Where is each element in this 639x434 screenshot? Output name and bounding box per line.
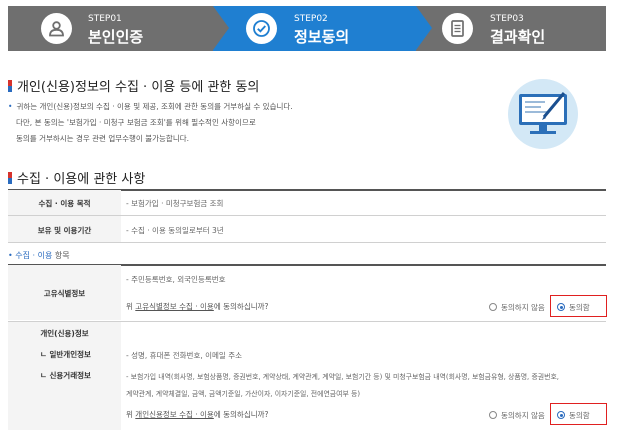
items-label: • 수집 · 이용 항목: [8, 251, 70, 260]
radio-button-icon[interactable]: [489, 303, 497, 311]
section-title-consent: 개인(신용)정보의 수집 · 이용 등에 관한 동의: [8, 76, 259, 95]
notice-line: 다만, 본 동의는 '보험가입 · 미청구 보험금 조회'를 위해 필수적인 사…: [16, 118, 256, 127]
section-marker: [8, 172, 12, 184]
radio-disagree[interactable]: 동의하지 않음: [489, 302, 545, 313]
section-marker: [8, 80, 12, 92]
table-cell: - 보험가입 내역(회사명, 보험상품명, 증권번호, 계약상태, 계약관계, …: [126, 373, 559, 381]
step-name: 본인인증: [88, 28, 144, 46]
notice-line: 동의를 거부하시는 경우 관련 업무수행이 불가능합니다.: [16, 134, 190, 143]
table-cell: - 주민등록번호, 외국인등록번호: [126, 275, 226, 284]
radio-button-icon[interactable]: [489, 411, 497, 419]
table-row-head: 고유식별정보: [8, 265, 121, 320]
step-2: STEP02 정보동의: [213, 6, 416, 51]
table-cell: 계약관계, 계약체결일, 금액, 금액기준일, 가산이자, 이자기준일, 전에연…: [126, 390, 361, 398]
consent-question: 위 고유식별정보 수집 · 이용에 동의하십니까?: [126, 302, 269, 311]
step-progress-bar: STEP01 본인인증 STEP02 정보동의 STEP03 결과확인: [8, 6, 606, 51]
document-icon: [442, 13, 473, 44]
table-row-head: 보유 및 이용기간: [8, 216, 121, 242]
step-3: STEP03 결과확인: [416, 6, 606, 51]
step-name: 결과확인: [490, 28, 546, 46]
consent-question: 위 개인신용정보 수집 · 이용에 동의하십니까?: [126, 410, 269, 419]
notice-line: • 귀하는 개인(신용)정보의 수집 · 이용 및 제공, 조회에 관한 동의를 …: [8, 102, 293, 111]
step-number: STEP01: [88, 14, 122, 24]
radio-disagree[interactable]: 동의하지 않음: [489, 410, 545, 421]
section-title-collection: 수집 · 이용에 관한 사항: [8, 168, 145, 187]
table-row-head: 수집 · 이용 목적: [8, 190, 121, 215]
step-1: STEP01 본인인증: [8, 6, 213, 51]
table-cell: - 보험가입 · 미청구보험금 조회: [126, 199, 224, 208]
highlight-box: [550, 295, 607, 317]
checkmark-icon: [246, 13, 277, 44]
monitor-illustration: [508, 79, 578, 149]
table-cell: - 수집 · 이용 동의일로부터 3년: [126, 226, 224, 235]
step-number: STEP02: [294, 14, 328, 24]
table-divider: [8, 242, 606, 243]
step-number: STEP03: [490, 14, 524, 24]
step-name: 정보동의: [294, 28, 350, 46]
table-row-head: 개인(신용)정보 ㄴ 일반개인정보 ㄴ 신용거래정보: [8, 322, 121, 430]
highlight-box: [550, 403, 607, 425]
table-cell: - 성명, 휴대폰 전화번호, 이메일 주소: [126, 351, 242, 360]
person-icon: [41, 13, 72, 44]
